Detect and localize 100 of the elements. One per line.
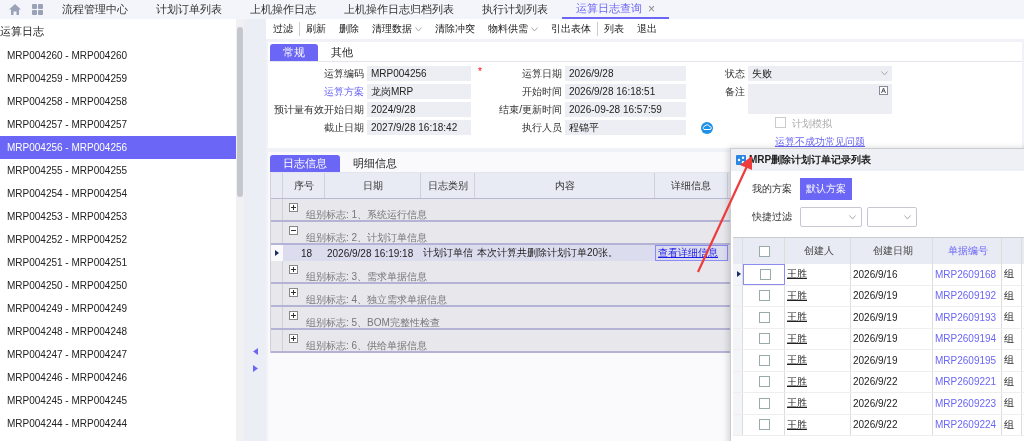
log-tab[interactable]: 日志信息 [270, 155, 340, 172]
expand-icon[interactable] [289, 203, 298, 212]
row-checkbox[interactable] [759, 333, 770, 345]
table-cell: 2026/9/22 [851, 414, 933, 435]
sidebar-item[interactable]: MRP004248 - MRP004248 [0, 320, 236, 343]
sidebar-item[interactable]: MRP004251 - MRP004251 [0, 251, 236, 274]
field-label: 运算日期 [521, 67, 562, 81]
filter-dropdown[interactable] [800, 207, 862, 227]
column-header[interactable]: 序号 [283, 173, 325, 198]
document-link[interactable]: MRP2609192 [933, 285, 1002, 306]
sidebar-item[interactable]: MRP004246 - MRP004246 [0, 366, 236, 389]
toolbar-button[interactable]: 引出表体 [544, 22, 597, 36]
toolbar-button[interactable]: 列表 [597, 22, 630, 36]
sidebar-item[interactable]: MRP004250 - MRP004250 [0, 274, 236, 297]
input-field[interactable]: MRP004256 [367, 66, 471, 81]
expand-icon[interactable] [289, 265, 298, 274]
caret-icon [531, 26, 538, 32]
table-cell: 组 [1002, 307, 1022, 328]
sidebar-item[interactable]: MRP004252 - MRP004252 [0, 228, 236, 251]
table-cell: 2026/9/22 [851, 393, 933, 414]
document-link[interactable]: MRP2609195 [933, 350, 1002, 371]
document-link[interactable]: MRP2609194 [933, 328, 1002, 349]
row-checkbox[interactable] [759, 268, 771, 280]
page-tab[interactable]: 流程管理中心 [48, 0, 142, 19]
sidebar-item[interactable]: MRP004249 - MRP004249 [0, 297, 236, 320]
column-header[interactable]: 日志类别 [421, 173, 475, 198]
log-tab[interactable]: 明细信息 [340, 155, 410, 172]
caret-icon [881, 71, 888, 76]
expand-icon[interactable] [289, 288, 298, 297]
table-row[interactable]: 王胜 2026/9/16 MRP2609168 组 [733, 264, 1024, 286]
format-icon[interactable] [879, 86, 888, 95]
scrollbar[interactable] [236, 19, 244, 441]
input-field[interactable]: 2026-09-28 16:57:59 [565, 102, 686, 117]
page-tab[interactable]: 上机操作日志 [236, 0, 330, 19]
column-header[interactable]: 内容 [475, 173, 655, 198]
table-cell: 王胜 [785, 414, 851, 435]
input-field[interactable]: 2026/9/28 16:18:51 [565, 84, 686, 99]
table-cell: 王胜 [785, 307, 851, 328]
toolbar-button[interactable]: 刷新 [299, 22, 332, 36]
scheme-button[interactable]: 默认方案 [800, 178, 852, 200]
row-checkbox[interactable] [759, 290, 770, 302]
collapse-left-icon[interactable] [252, 348, 258, 355]
input-field[interactable]: 程锦平 [565, 120, 686, 135]
row-checkbox[interactable] [759, 354, 770, 366]
page-tab[interactable]: 上机操作日志归档列表 [330, 0, 468, 19]
sidebar-item[interactable]: MRP004247 - MRP004247 [0, 343, 236, 366]
column-header[interactable]: 详细信息 [655, 173, 728, 198]
sidebar-item[interactable]: MRP004255 - MRP004255 [0, 159, 236, 182]
input-field[interactable]: 龙岗MRP [367, 84, 471, 99]
table-row[interactable]: 王胜 2026/9/22 MRP2609221 组 [733, 371, 1024, 393]
column-header[interactable]: 日期 [325, 173, 421, 198]
help-link[interactable]: 运算不成功常见问题 [775, 135, 865, 149]
document-link[interactable]: MRP2609193 [933, 307, 1002, 328]
filter-dropdown[interactable] [867, 207, 917, 227]
expand-right-icon[interactable] [252, 365, 258, 372]
input-field[interactable]: 2026/9/28 [565, 66, 686, 81]
input-field[interactable]: 2024/9/28 [367, 102, 471, 117]
sidebar-item[interactable]: MRP004253 - MRP004253 [0, 205, 236, 228]
sidebar-item[interactable]: MRP004257 - MRP004257 [0, 113, 236, 136]
document-link[interactable]: MRP2609221 [933, 371, 1002, 392]
input-field[interactable]: 失败 [748, 66, 892, 81]
select-all-checkbox[interactable] [759, 245, 770, 257]
sidebar-item[interactable]: MRP004259 - MRP004259 [0, 67, 236, 90]
sidebar-item[interactable]: MRP004260 - MRP004260 [0, 44, 236, 67]
toolbar-button[interactable]: 清理数据 [365, 22, 428, 36]
cloud-icon[interactable] [701, 122, 713, 134]
toolbar-button[interactable]: 退出 [630, 22, 663, 36]
document-link[interactable]: MRP2609168 [933, 264, 1002, 285]
document-link[interactable]: MRP2609224 [933, 414, 1002, 435]
field-label-link[interactable]: 运算方案 [270, 84, 364, 99]
row-checkbox[interactable] [759, 311, 770, 323]
row-checkbox[interactable] [759, 419, 770, 431]
table-row[interactable]: 王胜 2026/9/19 MRP2609195 组 [733, 350, 1024, 372]
form-tab[interactable]: 常规 [270, 44, 318, 61]
row-checkbox[interactable] [759, 376, 770, 388]
toolbar-button[interactable]: 过滤 [266, 22, 299, 36]
sidebar-item[interactable]: MRP004244 - MRP004244 [0, 412, 236, 435]
sidebar-item[interactable]: MRP004256 - MRP004256 [0, 136, 236, 159]
expand-icon[interactable] [289, 334, 298, 343]
sidebar-item[interactable]: MRP004258 - MRP004258 [0, 90, 236, 113]
page-tab[interactable]: 计划订单列表 [142, 0, 236, 19]
page-tab[interactable]: 执行计划列表 [468, 0, 562, 19]
group-label: 组别标志: 3、需求单据信息 [306, 270, 428, 282]
table-row[interactable]: 王胜 2026/9/19 MRP2609194 组 [733, 328, 1024, 350]
table-row[interactable]: 王胜 2026/9/22 MRP2609224 组 [733, 414, 1024, 436]
table-row[interactable]: 王胜 2026/9/22 MRP2609223 组 [733, 393, 1024, 415]
toolbar-button[interactable]: 物料供需 [481, 22, 544, 36]
sidebar-item[interactable]: MRP004254 - MRP004254 [0, 182, 236, 205]
expand-icon[interactable] [289, 311, 298, 320]
table-cell: 王胜 [785, 285, 851, 306]
input-field[interactable]: 2027/9/28 16:18:42 [367, 120, 471, 135]
toolbar-button[interactable]: 清除冲突 [428, 22, 481, 36]
table-row[interactable]: 王胜 2026/9/19 MRP2609193 组 [733, 307, 1024, 329]
sidebar-item[interactable]: MRP004245 - MRP004245 [0, 389, 236, 412]
row-checkbox[interactable] [759, 397, 770, 409]
collapse-icon[interactable] [289, 226, 298, 235]
form-tab[interactable]: 其他 [318, 44, 366, 61]
toolbar-button[interactable]: 删除 [332, 22, 365, 36]
table-row[interactable]: 王胜 2026/9/19 MRP2609192 组 [733, 285, 1024, 307]
document-link[interactable]: MRP2609223 [933, 393, 1002, 414]
